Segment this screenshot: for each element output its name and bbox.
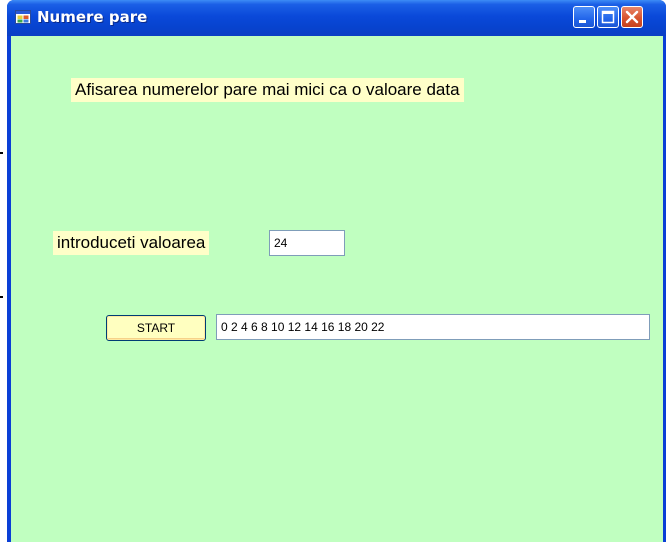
maximize-button[interactable]: [597, 6, 619, 28]
result-field[interactable]: [216, 314, 650, 340]
close-icon: [625, 10, 639, 24]
form-client-area: Afisarea numerelor pare mai mici ca o va…: [11, 36, 663, 542]
edge-mark: [0, 296, 3, 298]
heading-label: Afisarea numerelor pare mai mici ca o va…: [71, 78, 464, 102]
app-window: Numere pare Afisarea numerelor pare mai …: [7, 0, 666, 542]
minimize-button[interactable]: [573, 6, 595, 28]
edge-mark: [0, 152, 3, 154]
title-bar[interactable]: Numere pare: [7, 0, 666, 36]
app-icon[interactable]: [15, 9, 31, 25]
minimize-icon: [579, 20, 586, 23]
window-title: Numere pare: [37, 8, 148, 26]
start-button[interactable]: START: [106, 315, 206, 341]
close-button[interactable]: [621, 6, 643, 28]
maximize-icon: [601, 10, 615, 24]
value-input[interactable]: [269, 230, 345, 256]
value-label: introduceti valoarea: [53, 231, 210, 255]
